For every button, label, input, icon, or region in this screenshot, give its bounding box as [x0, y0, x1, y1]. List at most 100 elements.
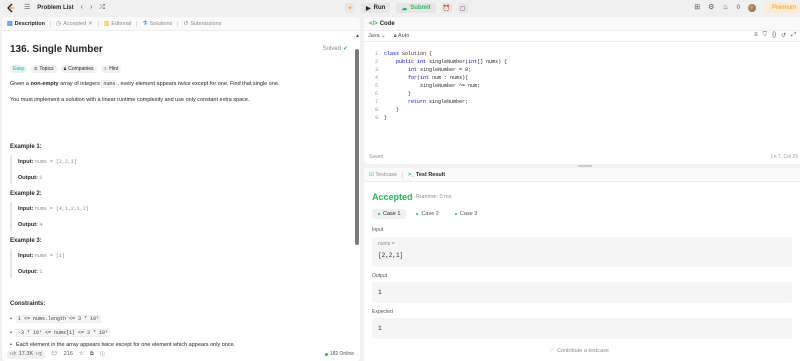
description-paragraph-2: You must implement a solution with a lin… [10, 97, 250, 103]
tab-label: Testcase [375, 171, 398, 178]
streak-fire-icon[interactable]: ♨ [722, 3, 728, 13]
premium-button[interactable]: Premium [763, 3, 800, 13]
top-navbar: ☰ Problem List ‹ › ⤮ ✦ ▶ Run ☁ Submit ⏰ … [0, 0, 800, 16]
share-icon[interactable]: ⧉ [90, 351, 94, 358]
bullet-icon: • [10, 316, 12, 322]
output-label: Output: [18, 175, 38, 181]
example-border [10, 249, 12, 278]
tab-divider [177, 20, 179, 27]
thumbs-down-icon[interactable]: 👎︎ [36, 351, 42, 357]
auto-mode-toggle[interactable]: 🔒︎ Auto [394, 33, 410, 40]
comment-icon[interactable]: 💬︎ [51, 351, 58, 357]
settings-icon[interactable]: ⚙ [708, 3, 714, 13]
hint-button[interactable]: ♀ Hint [100, 65, 122, 73]
pass-dot [416, 213, 419, 215]
tab-test-result[interactable]: >_ Test Result [408, 172, 445, 178]
example-title: Example 3: [10, 238, 42, 244]
code-brackets-icon: </> [369, 20, 378, 27]
tab-editorial[interactable]: ▥ Editorial [104, 20, 132, 28]
language-select[interactable]: Java ⌄ [368, 33, 386, 39]
code-panel: </> Code Java ⌄ 🔒︎ Auto ≡ ⛉ {} ↺ ⤢ 1 2 3… [364, 17, 800, 164]
output-heading: Output [372, 273, 388, 279]
description-panel: ▤ Description ◷ Accepted ✕ ▥ Editorial ⚗… [2, 17, 360, 361]
constraint-item: • 1 <= nums.length <= 3 * 10⁴ [10, 315, 101, 323]
code-line: class Solution { [384, 51, 433, 57]
companies-button[interactable]: 🔒︎ Companies [60, 65, 97, 73]
text: array of integers [58, 81, 102, 87]
tab-submissions[interactable]: ↺ Submissions [183, 20, 221, 28]
scrollbar[interactable]: ▲ ▼ [355, 33, 360, 357]
chip-label: Hint [109, 66, 119, 72]
topics-button[interactable]: ⦸ Topics [31, 65, 57, 73]
run-button[interactable]: ▶ Run [361, 3, 391, 13]
bullet-icon: • [10, 330, 12, 336]
play-icon: ▶ [366, 5, 371, 12]
case-tab-2[interactable]: Case 2 [410, 209, 444, 219]
line-number: 8 [374, 107, 378, 113]
tag-icon: ⦸ [34, 66, 38, 72]
expand-icon[interactable]: ⤢ [791, 32, 796, 39]
pass-dot [378, 213, 380, 215]
reset-icon[interactable]: ↺ [781, 32, 786, 39]
test-result-panel: ☑ Testcase >_ Test Result Accepted Runti… [364, 168, 800, 361]
pass-dot [454, 213, 457, 215]
line-number: 2 [374, 59, 378, 65]
shuffle-icon[interactable]: ⤮ [99, 3, 105, 13]
checkbox-icon: ☑ [369, 171, 374, 178]
submit-button[interactable]: ☁ Submit [396, 3, 436, 13]
like-button[interactable]: 👍︎ 17.3K 👎︎ [7, 349, 45, 359]
code-line: } [384, 115, 388, 121]
code-header: </> Code [364, 17, 800, 31]
case-tab-3[interactable]: Case 3 [449, 209, 483, 219]
panel-resize-handle[interactable] [578, 165, 592, 167]
flask-icon: ⚗ [142, 21, 148, 27]
code-line: for(int num : nums){ [408, 75, 469, 81]
heart-icon: ♡ [549, 348, 554, 354]
example-output: Output: 1 [18, 175, 42, 181]
close-icon[interactable]: ✕ [88, 21, 93, 27]
star-icon[interactable]: ☆ [79, 351, 84, 357]
line-number: 3 [374, 67, 378, 73]
braces-icon[interactable]: {} [772, 32, 776, 39]
problem-list-link[interactable]: Problem List [37, 5, 73, 11]
output-box: 1 [372, 282, 792, 303]
input-var-label: nums = [378, 241, 395, 247]
tab-testcase[interactable]: ☑ Testcase [369, 172, 397, 178]
cloud-upload-icon: ☁ [401, 5, 408, 12]
help-icon[interactable]: ⓘ [100, 350, 106, 358]
page-title: 136. Single Number [10, 44, 103, 55]
timer-button[interactable]: ⏰ [441, 3, 452, 13]
output-label: Output: [18, 222, 38, 228]
bookmark-icon[interactable]: ⛉ [763, 32, 768, 39]
tab-description[interactable]: ▤ Description [7, 20, 45, 28]
scroll-up-icon[interactable]: ▲ [355, 33, 360, 39]
line-number: 7 [374, 99, 378, 105]
chevron-left-icon[interactable]: ‹ [81, 3, 83, 13]
chip-label: Companies [68, 66, 94, 72]
case-tab-1[interactable]: Case 1 [372, 209, 407, 219]
chevron-right-icon[interactable]: › [90, 3, 92, 13]
input-value: nums = [2,2,1] [34, 159, 77, 165]
debug-button[interactable]: ✦ [345, 3, 355, 13]
leetcode-logo-icon[interactable] [6, 3, 16, 13]
tab-label: Test Result [415, 171, 446, 178]
example-input: Input: nums = [4,1,2,1,2] [18, 206, 89, 212]
scrollbar-thumb[interactable] [355, 49, 359, 245]
layout-icon[interactable]: ⊞ [694, 3, 700, 13]
avatar[interactable] [747, 4, 756, 12]
contribute-testcase-button[interactable]: ♡ Contribute a testcase [549, 348, 609, 354]
bug-icon: ✦ [347, 5, 353, 12]
tab-solutions[interactable]: ⚗ Solutions [142, 20, 172, 28]
online-status: 182 Online [324, 351, 354, 357]
tab-accepted[interactable]: ◷ Accepted ✕ [56, 20, 93, 28]
notes-button[interactable]: ▢ [457, 3, 468, 13]
format-icon[interactable]: ≡ [754, 32, 758, 39]
constraints-title: Constraints: [10, 301, 46, 307]
tab-divider [402, 171, 404, 178]
list-icon[interactable]: ☰ [24, 3, 30, 13]
constraint-text: 1 <= nums.length <= 3 * 10⁴ [15, 315, 101, 323]
expected-heading: Expected [372, 309, 393, 315]
history-icon: ↺ [183, 21, 189, 27]
example-input: Input: nums = [2,2,1] [18, 159, 77, 165]
lock-icon: 🔒︎ [63, 66, 67, 72]
